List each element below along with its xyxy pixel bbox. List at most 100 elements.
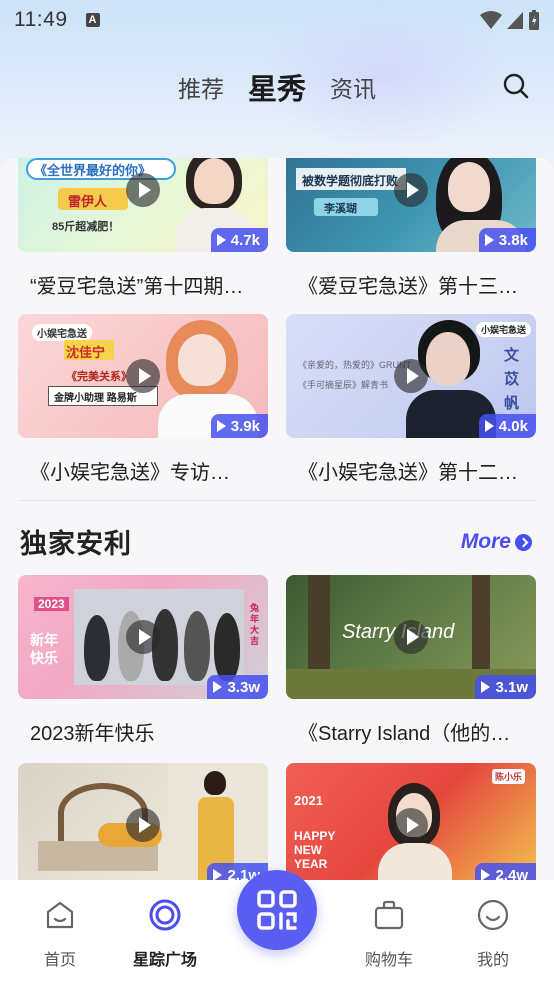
video-card[interactable]: 《全世界最好的你》 雷伊人 85斤超减肥！ 4.7k “爱豆宅急送”第十四期…	[18, 158, 268, 299]
thumb-text: 兔年大吉	[250, 603, 260, 646]
thumb-text: 《亲爱的，热爱的》GRUNT	[298, 360, 411, 370]
video-thumbnail[interactable]: 小娱宅急送 沈佳宁 《完美关系》 金牌小助理 路易斯 3.9k	[18, 314, 268, 438]
battery-icon	[529, 10, 539, 30]
play-small-icon	[481, 681, 491, 693]
thumb-text: 小娱宅急送	[32, 324, 92, 341]
play-small-icon	[481, 869, 491, 880]
play-small-icon	[484, 234, 494, 246]
video-card[interactable]: 小娱宅急送 沈佳宁 《完美关系》 金牌小助理 路易斯 3.9k 《小娱宅急送》专…	[18, 314, 268, 485]
thumb-text: 《完美关系》	[66, 371, 132, 383]
thumb-text: 陈小乐	[492, 769, 526, 784]
video-thumbnail[interactable]: 《全世界最好的你》 雷伊人 85斤超减肥！ 4.7k	[18, 158, 268, 252]
video-grid-top: 《全世界最好的你》 雷伊人 85斤超减肥！ 4.7k “爱豆宅急送”第十四期… …	[18, 158, 536, 299]
thumb-text: 《手可摘星辰》解青书	[298, 380, 389, 390]
view-count-badge: 3.8k	[478, 228, 536, 252]
video-title[interactable]: 《小娱宅急送》第十二期…	[286, 456, 524, 485]
view-count-badge: 4.0k	[478, 414, 536, 438]
play-icon[interactable]	[394, 359, 428, 393]
person-face	[194, 158, 234, 204]
bag-icon	[374, 900, 404, 930]
more-link[interactable]: More	[461, 530, 532, 554]
nav-home[interactable]: 首页	[5, 880, 115, 980]
video-grid-exclusive: 2023 新年快乐 兔年大吉 3.3w 2023新年快乐 Starry Isla…	[18, 575, 536, 746]
video-thumbnail[interactable]: 2023 新年快乐 兔年大吉 3.3w	[18, 575, 268, 699]
video-card[interactable]: 被数学题彻底打败 李溪瑚 3.8k 《爱豆宅急送》第十三期…	[286, 158, 536, 299]
video-thumbnail[interactable]: 2021 HAPPY NEW YEAR 陈小乐 2.4w	[286, 763, 536, 880]
nav-label: 首页	[43, 952, 76, 969]
video-title[interactable]: 《Starry Island（他的小岛）》	[286, 717, 524, 746]
nav-label: 我的	[476, 952, 509, 969]
person-hair	[204, 771, 226, 795]
tab-star-show[interactable]: 星秀	[236, 66, 318, 108]
view-count: 2.4w	[495, 866, 528, 881]
status-icons	[480, 9, 540, 31]
qr-code-icon	[257, 890, 297, 930]
play-small-icon	[216, 234, 226, 246]
tab-news[interactable]: 资讯	[318, 70, 388, 104]
wifi-icon	[480, 11, 502, 29]
video-thumbnail[interactable]: 2.1w	[18, 763, 268, 880]
video-card[interactable]: 小娱宅急送 《亲爱的，热爱的》GRUNT 《手可摘星辰》解青书 文苡帆 4.0k…	[286, 314, 536, 485]
nav-cart[interactable]: 购物车	[334, 880, 444, 980]
person-body	[378, 843, 452, 880]
thumb-text: 新年快乐	[30, 632, 58, 666]
play-icon[interactable]	[126, 808, 160, 842]
nav-me[interactable]: 我的	[438, 880, 548, 980]
play-small-icon	[213, 681, 223, 693]
play-icon[interactable]	[394, 620, 428, 654]
home-icon	[46, 901, 74, 929]
play-icon[interactable]	[394, 808, 428, 842]
tab-recommend[interactable]: 推荐	[166, 70, 236, 104]
status-time: 11:49	[14, 8, 68, 31]
thumb-text: 2023	[34, 597, 69, 611]
nav-star-square[interactable]: 星踪广场	[110, 880, 220, 980]
video-card[interactable]: 2021 HAPPY NEW YEAR 陈小乐 2.4w	[286, 763, 536, 880]
play-small-icon	[213, 869, 223, 880]
smile-icon	[477, 899, 509, 931]
thumb-text: 85斤超减肥！	[52, 221, 120, 233]
section-divider	[18, 500, 536, 501]
person-face	[448, 162, 490, 212]
video-card[interactable]: 2023 新年快乐 兔年大吉 3.3w 2023新年快乐	[18, 575, 268, 746]
play-icon[interactable]	[126, 620, 160, 654]
person-face	[426, 332, 470, 386]
view-count-badge: 3.3w	[207, 675, 268, 699]
view-count: 3.9k	[230, 417, 260, 435]
video-thumbnail[interactable]: 小娱宅急送 《亲爱的，热爱的》GRUNT 《手可摘星辰》解青书 文苡帆 4.0k	[286, 314, 536, 438]
play-small-icon	[216, 420, 226, 432]
home-indicator	[0, 972, 554, 985]
play-icon[interactable]	[126, 359, 160, 393]
more-label: More	[460, 530, 511, 553]
thumb-text: 李溪瑚	[324, 203, 357, 215]
scan-button[interactable]	[237, 870, 317, 950]
video-thumbnail[interactable]: 被数学题彻底打败 李溪瑚 3.8k	[286, 158, 536, 252]
top-tabs: 推荐 星秀 资讯	[0, 62, 554, 112]
play-icon[interactable]	[394, 173, 428, 207]
search-icon[interactable]	[502, 72, 530, 100]
content-feed[interactable]: 《全世界最好的你》 雷伊人 85斤超减肥！ 4.7k “爱豆宅急送”第十四期… …	[0, 158, 554, 880]
view-count-badge: 3.9k	[210, 414, 268, 438]
thumb-text: 2021	[294, 793, 323, 808]
video-thumbnail[interactable]: Starry Island 3.1w	[286, 575, 536, 699]
video-grid-exclusive-2: 2.1w 2021 HAPPY NEW YEAR 陈小乐 2.4w	[18, 763, 536, 880]
video-title[interactable]: 《爱豆宅急送》第十三期…	[286, 270, 524, 299]
video-title[interactable]: 2023新年快乐	[18, 717, 256, 746]
signal-icon	[507, 12, 523, 29]
video-card[interactable]: Starry Island 3.1w 《Starry Island（他的小岛）》	[286, 575, 536, 746]
view-count-badge: 3.1w	[475, 675, 536, 699]
thumb-text: 文苡帆	[504, 347, 520, 412]
view-count: 3.1w	[495, 678, 528, 696]
video-card[interactable]: 2.1w	[18, 763, 268, 880]
view-count-badge: 2.4w	[475, 863, 536, 880]
video-title[interactable]: “爱豆宅急送”第十四期…	[18, 270, 256, 299]
thumb-text: 被数学题彻底打败	[302, 174, 399, 188]
person	[84, 615, 110, 681]
video-title[interactable]: 《小娱宅急送》专访…	[18, 456, 256, 485]
person	[184, 611, 210, 681]
status-bar: 11:49 A	[0, 0, 554, 40]
thumb-text: 金牌小助理 路易斯	[54, 393, 137, 404]
nav-label: 购物车	[364, 952, 413, 969]
target-icon	[149, 899, 181, 931]
play-icon[interactable]	[126, 173, 160, 207]
video-grid-middle: 小娱宅急送 沈佳宁 《完美关系》 金牌小助理 路易斯 3.9k 《小娱宅急送》专…	[18, 314, 536, 485]
